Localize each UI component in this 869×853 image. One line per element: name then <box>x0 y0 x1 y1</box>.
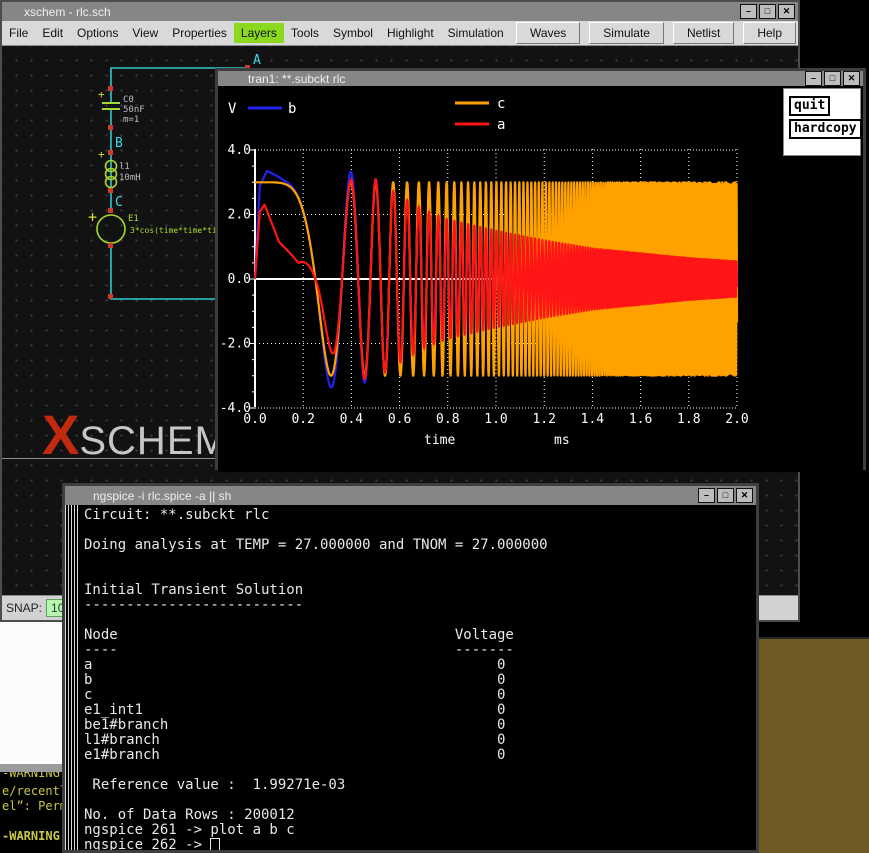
minimize-button[interactable]: – <box>740 4 757 19</box>
x-tick-label: 1.0 <box>484 412 507 427</box>
minimize-button[interactable]: – <box>698 488 715 503</box>
net-label-b[interactable]: B <box>115 136 123 151</box>
xschem-menubar: File Edit Options View Properties Layers… <box>2 21 798 46</box>
plot-button-panel: quit hardcopy <box>783 88 861 156</box>
maximize-button[interactable]: □ <box>717 488 734 503</box>
x-tick-label: 0.8 <box>436 412 459 427</box>
xschem-window-title: xschem - rlc.sch <box>2 5 740 19</box>
y-tick-label: 0.0 <box>228 272 251 287</box>
plot-window-title: tran1: **.subckt rlc <box>218 72 805 86</box>
help-button[interactable]: Help <box>743 22 796 44</box>
netlist-button[interactable]: Netlist <box>673 22 734 44</box>
hardcopy-button[interactable]: hardcopy <box>789 119 862 139</box>
inductor-l1[interactable]: + l1 10mH <box>98 148 141 188</box>
desktop: -WARNING e/recently el”: Perm -WARNING x… <box>0 0 869 853</box>
xschem-logo-text: SCHEM <box>79 419 228 463</box>
component-ref: C0 <box>123 95 134 105</box>
terminal-titlebar[interactable]: ngspice -i rlc.spice -a || sh – □ ✕ <box>65 486 756 505</box>
x-tick-label: 0.0 <box>243 412 266 427</box>
x-axis-label: time <box>424 433 455 448</box>
menu-symbol[interactable]: Symbol <box>326 23 380 43</box>
terminal-client-area[interactable]: Circuit: **.subckt rlc Doing analysis at… <box>65 505 756 850</box>
simulate-button[interactable]: Simulate <box>589 22 664 44</box>
terminal-window-controls: – □ ✕ <box>698 488 753 503</box>
legend-label-b: b <box>288 101 296 117</box>
close-button[interactable]: ✕ <box>736 488 753 503</box>
x-tick-label: 0.2 <box>291 412 314 427</box>
menu-layers[interactable]: Layers <box>234 23 284 43</box>
xschem-titlebar[interactable]: xschem - rlc.sch – □ ✕ <box>2 2 798 21</box>
net-label-c[interactable]: C <box>115 195 123 210</box>
quit-button[interactable]: quit <box>789 96 830 116</box>
component-value: 10mH <box>119 173 141 183</box>
x-tick-label: 1.6 <box>629 412 652 427</box>
menu-simulation[interactable]: Simulation <box>441 23 511 43</box>
capacitor-c0[interactable]: + C0 50nF m=1 <box>98 88 145 125</box>
x-tick-label: 2.0 <box>725 412 748 427</box>
warning-line: -WARNING <box>2 772 60 780</box>
x-tick-label: 1.2 <box>532 412 555 427</box>
plot-window-controls: – □ ✕ <box>805 71 860 86</box>
background-window <box>754 637 869 853</box>
y-tick-label: -2.0 <box>220 337 251 352</box>
menu-highlight[interactable]: Highlight <box>380 23 441 43</box>
maximize-button[interactable]: □ <box>824 71 841 86</box>
waveform-plot: 4.02.00.0-2.0-4.00.00.20.40.60.81.01.21.… <box>218 86 863 467</box>
x-tick-label: 0.6 <box>388 412 411 427</box>
x-tick-label: 1.4 <box>581 412 605 427</box>
xschem-logo: XSCHEM <box>42 402 229 467</box>
menu-options[interactable]: Options <box>70 23 125 43</box>
y-tick-label: 2.0 <box>228 208 251 223</box>
minimize-button[interactable]: – <box>805 71 822 86</box>
x-tick-label: 1.8 <box>677 412 700 427</box>
plot-client-area: 4.02.00.0-2.0-4.00.00.20.40.60.81.01.21.… <box>218 86 863 472</box>
warning-line: -WARNING <box>2 829 60 843</box>
plot-titlebar[interactable]: tran1: **.subckt rlc – □ ✕ <box>218 71 863 86</box>
x-axis-unit: ms <box>554 433 570 448</box>
legend-label-c: c <box>497 96 505 112</box>
menu-file[interactable]: File <box>2 23 35 43</box>
terminal-cursor <box>210 838 220 850</box>
plus-mark: + <box>88 208 97 226</box>
plus-mark: + <box>98 88 105 101</box>
x-tick-label: 0.4 <box>340 412 364 427</box>
component-ref: l1 <box>119 162 130 172</box>
xschem-logo-x: X <box>42 403 79 466</box>
menu-properties[interactable]: Properties <box>165 23 234 43</box>
terminal-window-title: ngspice -i rlc.spice -a || sh <box>65 489 698 503</box>
component-value: 50nF <box>123 105 145 115</box>
y-axis-caption: V <box>228 101 237 117</box>
maximize-button[interactable]: □ <box>759 4 776 19</box>
terminal-scrollbar[interactable] <box>65 505 79 850</box>
net-label-a[interactable]: A <box>253 53 261 68</box>
waves-button[interactable]: Waves <box>516 22 580 44</box>
close-button[interactable]: ✕ <box>843 71 860 86</box>
terminal-output[interactable]: Circuit: **.subckt rlc Doing analysis at… <box>84 508 548 850</box>
y-tick-label: 4.0 <box>228 143 251 158</box>
plot-window: tran1: **.subckt rlc – □ ✕ 4.0 2.0 0.0 -2.0… <box>215 68 866 470</box>
component-extra: m=1 <box>123 115 139 125</box>
component-ref: E1 <box>128 214 139 224</box>
menu-tools[interactable]: Tools <box>284 23 326 43</box>
close-button[interactable]: ✕ <box>778 4 795 19</box>
menu-edit[interactable]: Edit <box>35 23 70 43</box>
warning-line: el”: Perm <box>2 799 67 813</box>
terminal-window: ngspice -i rlc.spice -a || sh – □ ✕ Circ… <box>62 483 759 853</box>
snap-label: SNAP: <box>6 601 42 615</box>
plus-mark: + <box>98 148 105 161</box>
menu-view[interactable]: View <box>125 23 165 43</box>
xschem-window-controls: – □ ✕ <box>740 4 795 19</box>
legend-label-a: a <box>497 117 505 133</box>
